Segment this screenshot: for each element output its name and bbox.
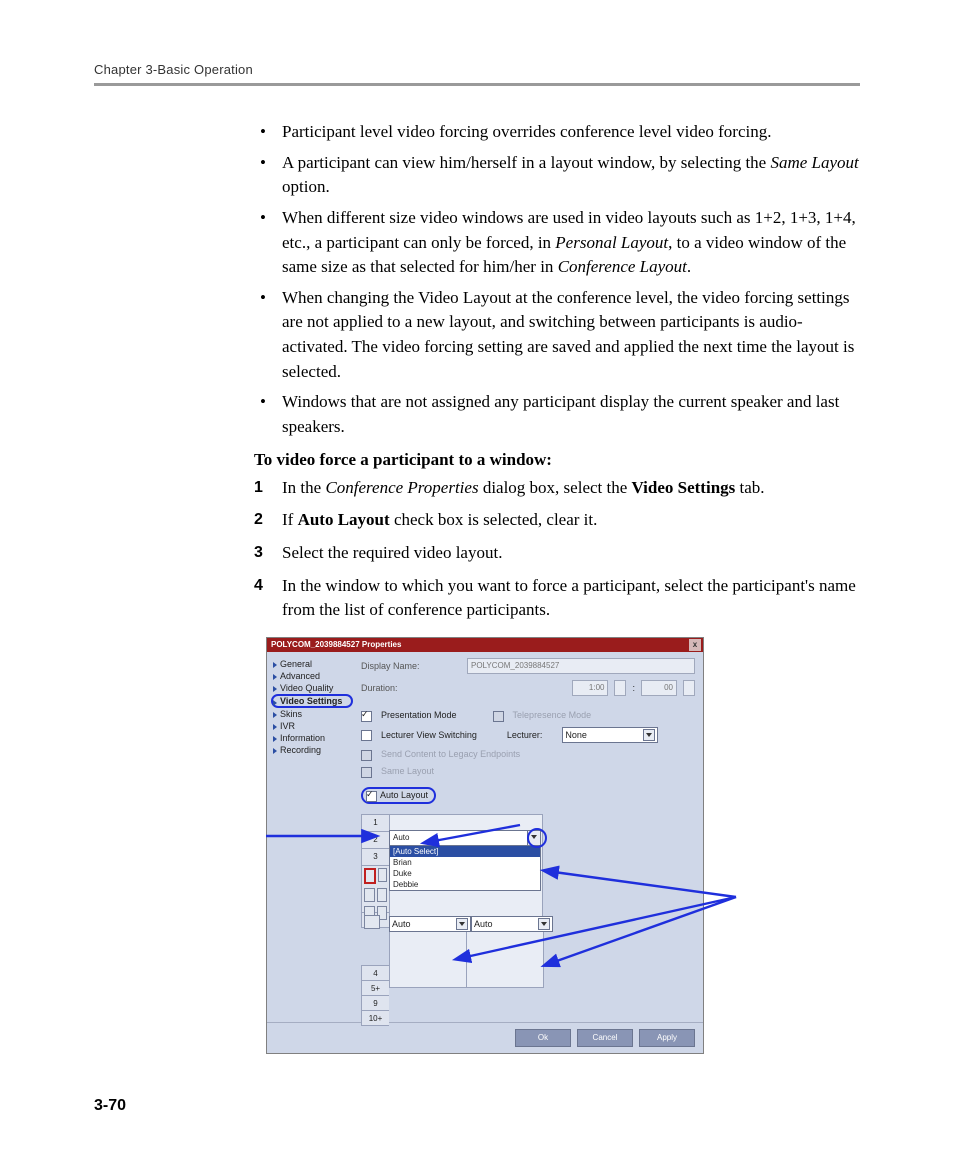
bullet-list: Participant level video forcing override… <box>254 120 860 440</box>
lecturer-view-checkbox[interactable] <box>361 730 372 741</box>
bullet-item: When changing the Video Layout at the co… <box>254 286 860 385</box>
send-content-label: Send Content to Legacy Endpoints <box>381 749 520 759</box>
sidebar-item-skins[interactable]: Skins <box>273 708 353 720</box>
layout-tab-5plus[interactable]: 5+ <box>361 980 389 996</box>
layout-icon[interactable] <box>364 888 375 902</box>
dialog-main-pane: Display Name: POLYCOM_2039884527 Duratio… <box>361 658 695 1022</box>
layout-tab-4[interactable]: 4 <box>361 965 389 981</box>
sidebar-item-video-settings[interactable]: Video Settings <box>271 694 353 708</box>
dropdown-option[interactable]: Duke <box>390 868 540 879</box>
participant-dropdown-list: [Auto Select] Brian Duke Debbie <box>389 846 541 891</box>
layout-icon[interactable] <box>364 915 380 929</box>
dropdown-option[interactable]: Brian <box>390 857 540 868</box>
sidebar-item-recording[interactable]: Recording <box>273 744 353 756</box>
dialog-figure: POLYCOM_2039884527 Properties x General … <box>266 637 860 1054</box>
send-content-checkbox <box>361 750 372 761</box>
dialog-sidebar: General Advanced Video Quality Video Set… <box>273 658 353 1022</box>
cancel-button[interactable]: Cancel <box>577 1029 633 1047</box>
duration-label: Duration: <box>361 683 461 693</box>
auto-layout-option[interactable]: Auto Layout <box>361 787 436 804</box>
participant-dropdown-value: Auto <box>390 831 527 845</box>
lower-right-select[interactable]: Auto <box>471 916 553 932</box>
sidebar-item-information[interactable]: Information <box>273 732 353 744</box>
layout-icon[interactable] <box>364 868 376 884</box>
duration-hours-spinner[interactable] <box>614 680 626 696</box>
same-layout-checkbox <box>361 767 372 778</box>
layout-tab-9[interactable]: 9 <box>361 995 389 1011</box>
step-item: 3Select the required video layout. <box>254 541 860 566</box>
page-number: 3-70 <box>94 1097 126 1115</box>
chapter-header: Chapter 3-Basic Operation <box>94 62 860 77</box>
lower-selects: Auto Auto <box>389 916 553 932</box>
chevron-down-icon <box>456 918 468 930</box>
close-icon[interactable]: x <box>689 639 701 651</box>
layout-icon[interactable] <box>378 868 388 882</box>
dialog-titlebar: POLYCOM_2039884527 Properties x <box>267 638 703 652</box>
telepresence-mode-checkbox[interactable] <box>493 711 504 722</box>
display-name-label: Display Name: <box>361 661 461 671</box>
step-item: 2If Auto Layout check box is selected, c… <box>254 508 860 533</box>
lecturer-view-label: Lecturer View Switching <box>381 730 477 740</box>
duration-hours-field[interactable]: 1:00 <box>572 680 608 696</box>
auto-layout-checkbox[interactable] <box>366 791 377 802</box>
layout-tab-10plus[interactable]: 10+ <box>361 1010 389 1026</box>
same-layout-label: Same Layout <box>381 766 434 776</box>
properties-dialog: POLYCOM_2039884527 Properties x General … <box>266 637 704 1054</box>
dropdown-option[interactable]: [Auto Select] <box>390 846 540 857</box>
bullet-item: Windows that are not assigned any partic… <box>254 390 860 439</box>
layout-tab-3[interactable]: 3 <box>361 848 389 866</box>
callout-circle <box>527 828 547 848</box>
step-item: 4In the window to which you want to forc… <box>254 574 860 623</box>
steps-list: 1In the Conference Properties dialog box… <box>254 476 860 623</box>
bullet-item: When different size video windows are us… <box>254 206 860 280</box>
display-name-field[interactable]: POLYCOM_2039884527 <box>467 658 695 674</box>
bullet-item: A participant can view him/herself in a … <box>254 151 860 200</box>
participant-dropdown[interactable]: Auto [Auto Select] Brian Duke Debbie <box>389 830 541 891</box>
sidebar-item-ivr[interactable]: IVR <box>273 720 353 732</box>
sidebar-item-video-quality[interactable]: Video Quality <box>273 682 353 694</box>
dropdown-option[interactable]: Debbie <box>390 879 540 890</box>
ok-button[interactable]: Ok <box>515 1029 571 1047</box>
duration-minutes-field[interactable]: 00 <box>641 680 677 696</box>
chevron-down-icon <box>538 918 550 930</box>
telepresence-mode-label: Telepresence Mode <box>513 710 592 720</box>
auto-layout-label: Auto Layout <box>380 790 428 800</box>
presentation-mode-checkbox[interactable] <box>361 711 372 722</box>
apply-button[interactable]: Apply <box>639 1029 695 1047</box>
duration-minutes-spinner[interactable] <box>683 680 695 696</box>
page: Chapter 3-Basic Operation Participant le… <box>0 0 954 1155</box>
procedure-heading: To video force a participant to a window… <box>254 450 860 470</box>
lecturer-select[interactable]: None <box>562 727 658 743</box>
lower-left-select[interactable]: Auto <box>389 916 471 932</box>
duration-separator: : <box>632 683 635 693</box>
header-rule <box>94 83 860 86</box>
layout-tab-2[interactable]: 2 <box>361 831 389 849</box>
lecturer-label: Lecturer: <box>507 730 543 740</box>
presentation-mode-label: Presentation Mode <box>381 710 457 720</box>
step-item: 1In the Conference Properties dialog box… <box>254 476 860 501</box>
sidebar-item-general[interactable]: General <box>273 658 353 670</box>
sidebar-item-advanced[interactable]: Advanced <box>273 670 353 682</box>
body-text: Participant level video forcing override… <box>254 120 860 1054</box>
layout-tab-1[interactable]: 1 <box>361 814 389 832</box>
chevron-down-icon <box>643 729 655 741</box>
dialog-title: POLYCOM_2039884527 Properties <box>271 640 401 649</box>
layout-icon[interactable] <box>377 888 388 902</box>
bullet-item: Participant level video forcing override… <box>254 120 860 145</box>
dialog-buttons: Ok Cancel Apply <box>267 1022 703 1053</box>
